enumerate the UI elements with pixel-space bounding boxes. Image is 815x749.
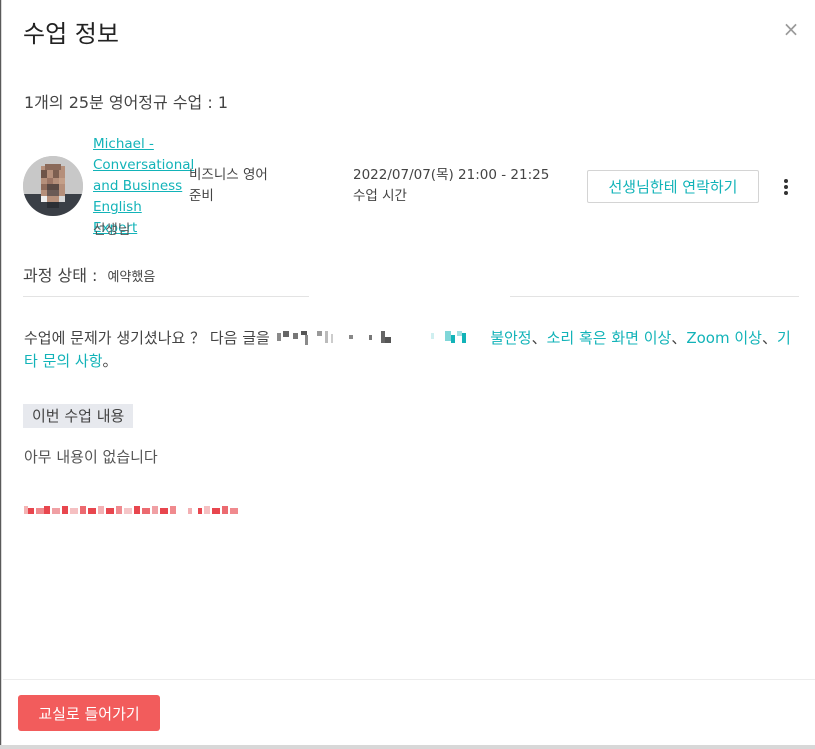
divider	[23, 296, 309, 297]
footer-divider	[3, 679, 815, 680]
problem-lead-text: 수업에 문제가 생기셨나요 ？ 다음 글을	[24, 329, 270, 347]
more-options-icon[interactable]	[780, 177, 792, 199]
lesson-content-tag: 이번 수업 내용	[23, 404, 134, 428]
avatar	[23, 156, 83, 216]
course-name-line: 준비	[189, 188, 214, 204]
separator: 、	[671, 329, 687, 347]
close-icon[interactable]: ×	[782, 19, 800, 39]
course-status: 과정 상태 : 예약했음	[23, 262, 155, 286]
teacher-name-line: and Business	[93, 178, 183, 194]
help-link-audio-video[interactable]: 소리 혹은 화면 이상	[547, 329, 672, 347]
teacher-name-line: Michael -	[93, 136, 154, 152]
lesson-content-empty: 아무 내용이 없습니다	[24, 448, 158, 466]
lesson-datetime: 2022/07/07(목) 21:00 - 21:25	[353, 167, 550, 183]
lesson-time-label: 수업 시간	[353, 188, 407, 204]
lesson-time: 2022/07/07(목) 21:00 - 21:25 수업 시간	[353, 165, 549, 207]
help-link-unstable[interactable]: 불안정	[490, 329, 531, 347]
problem-help-text: 수업에 문제가 생기셨나요 ？ 다음 글을 불안정、소리 혹은 화면 이상、Zo…	[24, 327, 800, 373]
enter-classroom-button[interactable]: 교실로 들어가기	[18, 695, 160, 731]
separator: 、	[761, 329, 777, 347]
redacted-red-text	[24, 506, 238, 514]
course-status-label: 과정 상태 :	[23, 266, 98, 285]
teacher-role: 선생님	[93, 222, 131, 238]
redacted-text	[276, 331, 391, 345]
end-mark: 。	[102, 352, 118, 370]
help-link-zoom[interactable]: Zoom 이상	[686, 329, 762, 347]
redacted-text	[431, 331, 467, 343]
contact-teacher-button[interactable]: 선생님한테 연락하기	[587, 170, 759, 203]
teacher-name-line: Conversational	[93, 157, 195, 173]
separator: 、	[531, 329, 547, 347]
class-info-modal: 수업 정보 × 1개의 25분 영어정규 수업 : 1 Michael - Co…	[1, 0, 815, 745]
background-bottom	[0, 745, 815, 749]
course-name: 비즈니스 영어 준비	[189, 165, 299, 207]
lesson-summary: 1개의 25분 영어정규 수업 : 1	[24, 93, 229, 112]
course-status-value: 예약했음	[107, 270, 156, 285]
divider	[510, 296, 799, 297]
modal-title: 수업 정보	[23, 20, 119, 48]
course-name-line: 비즈니스 영어	[189, 167, 268, 183]
teacher-photo-pixelated	[23, 156, 83, 216]
